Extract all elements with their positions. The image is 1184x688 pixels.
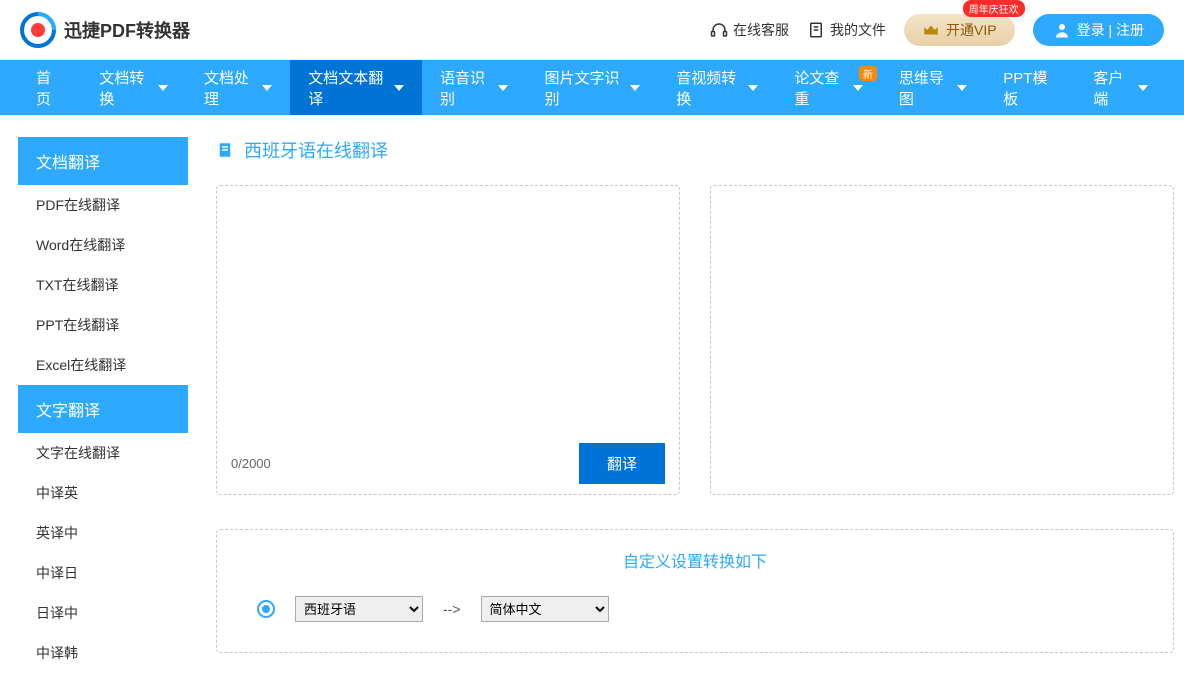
login-label: 登录 | 注册 xyxy=(1077,20,1144,40)
myfiles-link[interactable]: 我的文件 xyxy=(807,20,886,40)
settings-panel: 自定义设置转换如下 西班牙语 --> 简体中文 xyxy=(216,529,1174,653)
sidebar-item[interactable]: Excel在线翻译 xyxy=(18,345,188,385)
nav-item-0[interactable]: 首页 xyxy=(18,60,81,115)
document-icon xyxy=(216,141,234,159)
translate-button[interactable]: 翻译 xyxy=(579,443,665,484)
nav-item-8[interactable]: 思维导图 xyxy=(881,60,985,115)
source-textarea[interactable] xyxy=(231,200,665,450)
sidebar: 文档翻译 PDF在线翻译Word在线翻译TXT在线翻译PPT在线翻译Excel在… xyxy=(18,137,188,673)
sidebar-item[interactable]: 中译英 xyxy=(18,473,188,513)
source-lang-select[interactable]: 西班牙语 xyxy=(295,596,423,622)
vip-button[interactable]: 周年庆狂欢 开通VIP xyxy=(904,14,1015,46)
arrow-icon: --> xyxy=(443,601,461,617)
headset-icon xyxy=(710,21,728,39)
sidebar-item[interactable]: TXT在线翻译 xyxy=(18,265,188,305)
support-link[interactable]: 在线客服 xyxy=(710,20,789,40)
crown-icon xyxy=(922,21,940,39)
login-button[interactable]: 登录 | 注册 xyxy=(1033,14,1164,46)
brand-name: 迅捷PDF转换器 xyxy=(64,17,190,43)
char-counter: 0/2000 xyxy=(231,456,271,471)
sidebar-item[interactable]: PDF在线翻译 xyxy=(18,185,188,225)
nav-item-10[interactable]: 客户端 xyxy=(1075,60,1166,115)
sidebar-section-text-translate: 文字翻译 xyxy=(18,385,188,433)
support-label: 在线客服 xyxy=(733,20,789,40)
sidebar-item[interactable]: 英译中 xyxy=(18,513,188,553)
nav-badge: 新 xyxy=(859,66,877,81)
myfiles-label: 我的文件 xyxy=(830,20,886,40)
chevron-down-icon xyxy=(1138,85,1148,91)
nav-item-5[interactable]: 图片文字识别 xyxy=(526,60,658,115)
sidebar-item[interactable]: 中译日 xyxy=(18,553,188,593)
nav-item-1[interactable]: 文档转换 xyxy=(81,60,185,115)
sidebar-item[interactable]: 中译韩 xyxy=(18,633,188,673)
chevron-down-icon xyxy=(748,85,758,91)
nav-item-3[interactable]: 文档文本翻译 xyxy=(290,60,422,115)
chevron-down-icon xyxy=(957,85,967,91)
chevron-down-icon xyxy=(394,85,404,91)
sidebar-item[interactable]: 日译中 xyxy=(18,593,188,633)
logo-icon xyxy=(20,12,56,48)
nav-item-7[interactable]: 论文查重新 xyxy=(776,60,880,115)
brand-logo[interactable]: 迅捷PDF转换器 xyxy=(20,12,190,48)
sidebar-item[interactable]: PPT在线翻译 xyxy=(18,305,188,345)
target-lang-select[interactable]: 简体中文 xyxy=(481,596,609,622)
user-icon xyxy=(1053,21,1071,39)
vip-label: 开通VIP xyxy=(946,20,997,40)
input-box: 0/2000 翻译 xyxy=(216,185,680,495)
main-nav: 首页文档转换文档处理文档文本翻译语音识别图片文字识别音视频转换论文查重新思维导图… xyxy=(0,60,1184,115)
document-icon xyxy=(807,21,825,39)
chevron-down-icon xyxy=(630,85,640,91)
chevron-down-icon xyxy=(262,85,272,91)
nav-item-9[interactable]: PPT模板 xyxy=(985,60,1075,115)
sidebar-section-doc-translate: 文档翻译 xyxy=(18,137,188,185)
sidebar-item[interactable]: Word在线翻译 xyxy=(18,225,188,265)
chevron-down-icon xyxy=(158,85,168,91)
page-title: 西班牙语在线翻译 xyxy=(244,137,388,163)
chevron-down-icon xyxy=(853,85,863,91)
chevron-down-icon xyxy=(498,85,508,91)
settings-title: 自定义设置转换如下 xyxy=(257,548,1133,572)
nav-item-4[interactable]: 语音识别 xyxy=(422,60,526,115)
sidebar-item[interactable]: 文字在线翻译 xyxy=(18,433,188,473)
vip-promo-badge: 周年庆狂欢 xyxy=(963,0,1025,17)
radio-selected[interactable] xyxy=(257,600,275,618)
nav-item-2[interactable]: 文档处理 xyxy=(186,60,290,115)
output-box xyxy=(710,185,1174,495)
nav-item-6[interactable]: 音视频转换 xyxy=(658,60,776,115)
